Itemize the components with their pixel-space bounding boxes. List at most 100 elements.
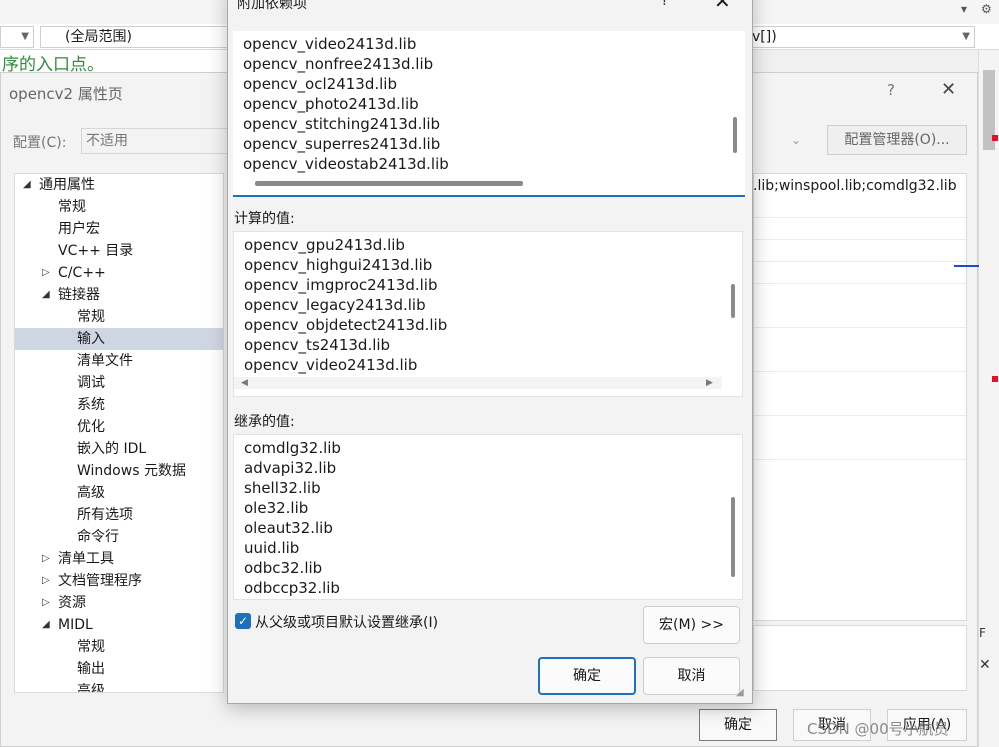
list-item[interactable]: comdlg32.lib <box>244 438 341 458</box>
list-item[interactable]: opencv_video2413d.lib <box>244 355 417 375</box>
computed-values-box[interactable]: opencv_gpu2413d.lib opencv_highgui2413d.l… <box>233 231 743 397</box>
tree-item[interactable]: Windows 元数据 <box>15 460 223 482</box>
list-item[interactable]: opencv_ocl2413d.lib <box>243 74 397 94</box>
scroll-left-icon[interactable]: ◀ <box>241 378 248 388</box>
tree-item[interactable]: 输入 <box>15 328 223 350</box>
list-item[interactable]: opencv_objdetect2413d.lib <box>244 315 447 335</box>
list-item[interactable]: advapi32.lib <box>244 458 336 478</box>
grid-row[interactable] <box>754 350 966 372</box>
inherit-checkbox[interactable]: ✓ <box>235 613 251 629</box>
config-manager-button[interactable]: 配置管理器(O)... <box>827 125 967 155</box>
scope-combo[interactable]: (全局范围) <box>40 26 230 48</box>
horizontal-scrollbar[interactable] <box>234 377 722 389</box>
chevron-down-icon[interactable]: ⌄ <box>791 133 801 147</box>
scrollbar-thumb[interactable] <box>731 284 735 318</box>
dialog-ok-button[interactable]: 确定 <box>538 657 636 695</box>
list-item[interactable]: shell32.lib <box>244 478 321 498</box>
property-pages-title: opencv2 属性页 <box>9 85 123 103</box>
scrollbar-thumb[interactable] <box>733 117 737 153</box>
list-item[interactable]: opencv_nonfree2413d.lib <box>243 54 433 74</box>
list-item[interactable]: opencv_highgui2413d.lib <box>244 255 432 275</box>
tree-item[interactable]: VC++ 目录 <box>15 240 223 262</box>
horizontal-scrollbar-thumb[interactable] <box>255 181 523 186</box>
property-tree[interactable]: ◢ 通用属性 常规 用户宏 VC++ 目录 ▷ C/C++ ◢ 链接器 常规 输入 清单文件 调试 系统优… <box>14 173 224 693</box>
grid-row[interactable] <box>754 218 966 240</box>
member-combo[interactable]: v[]) ▼ <box>745 26 975 48</box>
collapsed-arrow-icon[interactable]: ▷ <box>42 592 50 614</box>
help-icon[interactable]: ? <box>887 81 895 99</box>
tree-item[interactable]: 清单文件 <box>15 350 223 372</box>
tree-item[interactable]: 常规 <box>15 636 223 658</box>
list-item[interactable]: opencv_imgproc2413d.lib <box>244 275 437 295</box>
tree-item[interactable]: 常规 <box>15 306 223 328</box>
expanded-arrow-icon[interactable]: ◢ <box>42 284 50 306</box>
tree-item[interactable]: ◢ MIDL <box>15 614 223 636</box>
dependencies-edit-box[interactable]: opencv_video2413d.lib opencv_nonfree2413d… <box>233 31 745 197</box>
gear-icon[interactable]: ⚙ <box>981 2 992 16</box>
scrollbar-thumb[interactable] <box>731 497 735 577</box>
close-icon[interactable]: ✕ <box>941 79 956 100</box>
dependencies-edit-list[interactable]: opencv_video2413d.lib opencv_nonfree2413d… <box>233 31 723 175</box>
property-grid[interactable] <box>753 173 967 621</box>
tree-item[interactable]: 高级 <box>15 482 223 504</box>
tree-item[interactable]: ▷ C/C++ <box>15 262 223 284</box>
list-item[interactable]: opencv_video2413d.lib <box>243 34 416 54</box>
list-item[interactable]: opencv_legacy2413d.lib <box>244 295 426 315</box>
tree-item[interactable]: 系统 <box>15 394 223 416</box>
tree-item[interactable]: ◢ 通用属性 <box>15 174 223 196</box>
editor-scrollbar[interactable] <box>978 50 999 747</box>
list-item[interactable]: opencv_superres2413d.lib <box>243 134 440 154</box>
grid-row[interactable] <box>754 306 966 328</box>
tree-item[interactable]: 命令行 <box>15 526 223 548</box>
grid-row[interactable] <box>754 394 966 416</box>
list-item[interactable]: opencv_videostab2413d.lib <box>243 154 449 174</box>
tree-item[interactable]: ▷ 资源 <box>15 592 223 614</box>
resize-grip-icon[interactable]: ◢ <box>736 687 750 701</box>
macro-button[interactable]: 宏(M) >> <box>643 606 740 644</box>
tree-item[interactable]: ▷ 清单工具 <box>15 548 223 570</box>
tree-item[interactable]: ◢ 链接器 <box>15 284 223 306</box>
tree-item[interactable]: 输出 <box>15 658 223 680</box>
close-icon[interactable]: ✕ <box>979 657 991 673</box>
inherited-values-box[interactable]: comdlg32.lib advapi32.lib shell32.lib ole32… <box>233 434 743 600</box>
tree-item[interactable]: 高级 <box>15 680 223 692</box>
tree-item[interactable]: 优化 <box>15 416 223 438</box>
tree-item[interactable]: 所有选项 <box>15 504 223 526</box>
expanded-arrow-icon[interactable]: ◢ <box>23 174 31 196</box>
collapsed-arrow-icon[interactable]: ▷ <box>42 262 50 284</box>
list-item[interactable]: opencv_photo2413d.lib <box>243 94 419 114</box>
expanded-arrow-icon[interactable]: ◢ <box>42 614 50 636</box>
grid-row[interactable] <box>754 240 966 262</box>
scroll-right-icon[interactable]: ▶ <box>706 378 713 388</box>
dialog-cancel-button[interactable]: 取消 <box>643 657 740 695</box>
tree-item[interactable]: 嵌入的 IDL <box>15 438 223 460</box>
description-panel <box>753 625 967 691</box>
list-item[interactable]: opencv_ts2413d.lib <box>244 335 390 355</box>
collapsed-arrow-icon[interactable]: ▷ <box>42 570 50 592</box>
grid-row[interactable] <box>754 196 966 218</box>
tree-item-label: 常规 <box>77 639 105 655</box>
tree-item[interactable]: 常规 <box>15 196 223 218</box>
list-item[interactable]: opencv_stitching2413d.lib <box>243 114 440 134</box>
tree-item-label: 调试 <box>77 375 105 391</box>
list-item[interactable]: odbccp32.lib <box>244 578 340 598</box>
grid-row[interactable] <box>754 262 966 284</box>
config-select[interactable]: 不适用 <box>81 128 241 154</box>
tree-item[interactable]: ▷ 文档管理程序 <box>15 570 223 592</box>
inherit-checkbox-label[interactable]: 从父级或项目默认设置继承(I) <box>255 612 438 632</box>
list-item[interactable]: ole32.lib <box>244 498 308 518</box>
help-icon[interactable]: ? <box>661 0 668 9</box>
list-item[interactable]: oleaut32.lib <box>244 518 333 538</box>
property-ok-button[interactable]: 确定 <box>699 709 777 741</box>
dropdown-arrow-icon[interactable]: ▾ <box>961 2 967 16</box>
tree-item[interactable]: 调试 <box>15 372 223 394</box>
close-icon[interactable]: ✕ <box>714 0 731 13</box>
collapsed-arrow-icon[interactable]: ▷ <box>42 548 50 570</box>
project-combo[interactable]: ▼ <box>0 26 34 48</box>
list-item[interactable]: opencv_gpu2413d.lib <box>244 235 405 255</box>
list-item[interactable]: odbc32.lib <box>244 558 322 578</box>
grid-row[interactable] <box>754 438 966 460</box>
tree-item[interactable]: 用户宏 <box>15 218 223 240</box>
additional-dependencies-value[interactable]: .lib;winspool.lib;comdlg32.lib <box>753 178 957 194</box>
list-item[interactable]: uuid.lib <box>244 538 299 558</box>
